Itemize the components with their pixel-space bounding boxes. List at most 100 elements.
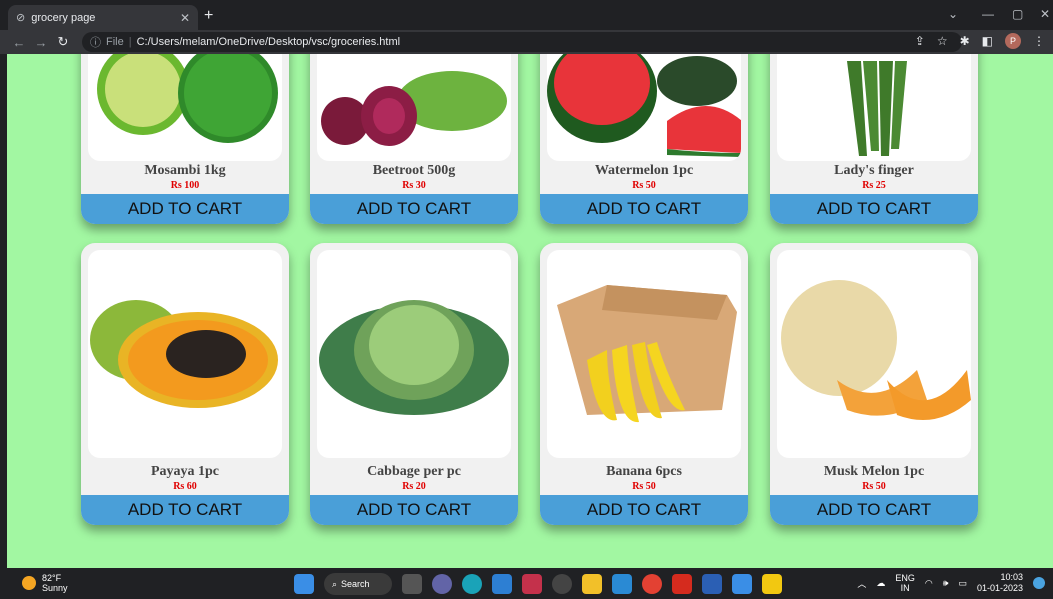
product-image-beetroot bbox=[317, 54, 511, 161]
chat-icon[interactable] bbox=[432, 574, 452, 594]
product-price: Rs 30 bbox=[402, 180, 426, 191]
add-to-cart-button[interactable]: ADD TO CART bbox=[81, 194, 289, 224]
file-explorer-icon[interactable] bbox=[582, 574, 602, 594]
search-icon: ⌕ bbox=[332, 578, 338, 589]
language-indicator[interactable]: ENG IN bbox=[895, 573, 915, 593]
acrobat-icon[interactable] bbox=[672, 574, 692, 594]
product-image-musk-melon bbox=[777, 250, 971, 458]
product-image-ladys-finger bbox=[777, 54, 971, 161]
product-name: Mosambi 1kg bbox=[144, 163, 226, 178]
add-to-cart-button[interactable]: ADD TO CART bbox=[770, 194, 978, 224]
store-icon[interactable] bbox=[492, 574, 512, 594]
weather-widget[interactable]: 82°F Sunny bbox=[22, 573, 68, 593]
weather-condition: Sunny bbox=[42, 583, 68, 593]
sun-icon bbox=[22, 576, 36, 590]
cabbage-image bbox=[319, 300, 509, 415]
volume-icon[interactable]: 🕪 bbox=[943, 578, 949, 589]
battery-icon[interactable]: ▭ bbox=[958, 578, 967, 589]
clock-date: 01-01-2023 bbox=[976, 583, 1023, 593]
star-icon[interactable]: ☆ bbox=[937, 34, 948, 48]
profile-avatar[interactable]: P bbox=[1005, 33, 1021, 49]
product-name: Payaya 1pc bbox=[150, 464, 220, 479]
tab-strip: ⊘ grocery page ✕ + ⌄ — ▢ ✕ bbox=[0, 0, 1053, 30]
add-to-cart-button[interactable]: ADD TO CART bbox=[770, 495, 978, 525]
close-window-icon[interactable]: ✕ bbox=[1040, 7, 1050, 21]
cloud-icon[interactable]: ☁ bbox=[876, 578, 885, 589]
reload-icon[interactable]: ↻ bbox=[52, 34, 74, 50]
lang-bottom: IN bbox=[900, 583, 910, 593]
temperature: 82°F bbox=[42, 573, 62, 583]
tab-title: grocery page bbox=[31, 11, 96, 24]
security-icon[interactable] bbox=[522, 574, 542, 594]
ladys-finger-image bbox=[847, 61, 907, 156]
address-text: C:/Users/melam/OneDrive/Desktop/vsc/groc… bbox=[136, 36, 401, 48]
product-card-cabbage: Cabbage per pc Rs 20 ADD TO CART bbox=[310, 243, 518, 525]
product-name: Lady's finger bbox=[834, 163, 914, 178]
chevron-down-icon[interactable]: ⌄ bbox=[948, 7, 958, 21]
browser-toolbar: ← → ↻ ⓘ File | C:/Users/melam/OneDrive/D… bbox=[0, 30, 1053, 54]
info-icon[interactable]: ⓘ bbox=[90, 34, 101, 50]
word-icon[interactable] bbox=[702, 574, 722, 594]
product-price: Rs 60 bbox=[173, 481, 197, 492]
windows-start-icon[interactable] bbox=[294, 574, 314, 594]
papaya-image bbox=[90, 300, 278, 408]
page-viewport: Mosambi 1kg Rs 100 ADD TO CART Beetroot … bbox=[7, 54, 1053, 568]
product-card-ladys-finger: Lady's finger Rs 25 ADD TO CART bbox=[770, 54, 978, 224]
product-card-watermelon: Watermelon 1pc Rs 50 ADD TO CART bbox=[540, 54, 748, 224]
globe-icon: ⊘ bbox=[16, 12, 26, 24]
product-name: Beetroot 500g bbox=[372, 163, 456, 178]
task-view-icon[interactable] bbox=[402, 574, 422, 594]
product-image-banana bbox=[547, 250, 741, 458]
chrome-icon[interactable] bbox=[642, 574, 662, 594]
new-tab-button[interactable]: + bbox=[204, 7, 213, 25]
notification-icon[interactable] bbox=[1033, 577, 1045, 589]
add-to-cart-button[interactable]: ADD TO CART bbox=[310, 495, 518, 525]
product-card-banana: Banana 6pcs Rs 50 ADD TO CART bbox=[540, 243, 748, 525]
toolbar-actions: ⇪ ☆ ✱ ◧ P ⋮ bbox=[915, 33, 1045, 49]
product-price: Rs 20 bbox=[402, 481, 426, 492]
tab-grocery-page[interactable]: ⊘ grocery page ✕ bbox=[8, 5, 198, 30]
dell-icon[interactable] bbox=[552, 574, 572, 594]
add-to-cart-button[interactable]: ADD TO CART bbox=[540, 194, 748, 224]
extensions-icon[interactable]: ✱ bbox=[960, 34, 970, 48]
musk-melon-image bbox=[781, 280, 971, 420]
restore-icon[interactable]: ▢ bbox=[1012, 7, 1023, 21]
product-card-papaya: Payaya 1pc Rs 60 ADD TO CART bbox=[81, 243, 289, 525]
add-to-cart-button[interactable]: ADD TO CART bbox=[81, 495, 289, 525]
vscode-icon[interactable] bbox=[612, 574, 632, 594]
close-tab-icon[interactable]: ✕ bbox=[180, 11, 190, 25]
product-card-beetroot: Beetroot 500g Rs 30 ADD TO CART bbox=[310, 54, 518, 224]
product-name: Cabbage per pc bbox=[367, 464, 461, 479]
product-price: Rs 25 bbox=[862, 180, 886, 191]
product-card-mosambi: Mosambi 1kg Rs 100 ADD TO CART bbox=[81, 54, 289, 224]
notepad-icon[interactable] bbox=[732, 574, 752, 594]
sidepanel-icon[interactable]: ◧ bbox=[982, 34, 993, 48]
product-card-musk-melon: Musk Melon 1pc Rs 50 ADD TO CART bbox=[770, 243, 978, 525]
banana-image bbox=[557, 285, 737, 423]
clock[interactable]: 10:03 01-01-2023 bbox=[977, 572, 1023, 594]
forward-icon[interactable]: → bbox=[30, 35, 52, 50]
share-icon[interactable]: ⇪ bbox=[915, 34, 925, 48]
taskbar-search[interactable]: ⌕ Search bbox=[324, 573, 392, 595]
edge-icon[interactable] bbox=[462, 574, 482, 594]
system-tray: ︿ ☁ ENG IN ◠ 🕪 ▭ 10:03 01-01-2023 bbox=[857, 572, 1045, 594]
add-to-cart-button[interactable]: ADD TO CART bbox=[540, 495, 748, 525]
back-icon[interactable]: ← bbox=[8, 35, 30, 50]
chevron-up-icon[interactable]: ︿ bbox=[857, 577, 866, 590]
search-label: Search bbox=[341, 579, 370, 589]
product-image-papaya bbox=[88, 250, 282, 458]
product-name: Watermelon 1pc bbox=[594, 163, 694, 178]
product-image-watermelon bbox=[547, 54, 741, 161]
powerbi-icon[interactable] bbox=[762, 574, 782, 594]
watermelon-image bbox=[547, 54, 741, 157]
minimize-icon[interactable]: — bbox=[982, 7, 994, 21]
beetroot-image bbox=[321, 71, 507, 146]
product-price: Rs 50 bbox=[862, 481, 886, 492]
wifi-icon[interactable]: ◠ bbox=[925, 578, 933, 589]
menu-icon[interactable]: ⋮ bbox=[1033, 34, 1045, 48]
product-name: Banana 6pcs bbox=[606, 464, 682, 479]
product-price: Rs 100 bbox=[170, 180, 200, 191]
address-bar[interactable]: ⓘ File | C:/Users/melam/OneDrive/Desktop… bbox=[82, 32, 962, 52]
add-to-cart-button[interactable]: ADD TO CART bbox=[310, 194, 518, 224]
product-price: Rs 50 bbox=[632, 180, 656, 191]
